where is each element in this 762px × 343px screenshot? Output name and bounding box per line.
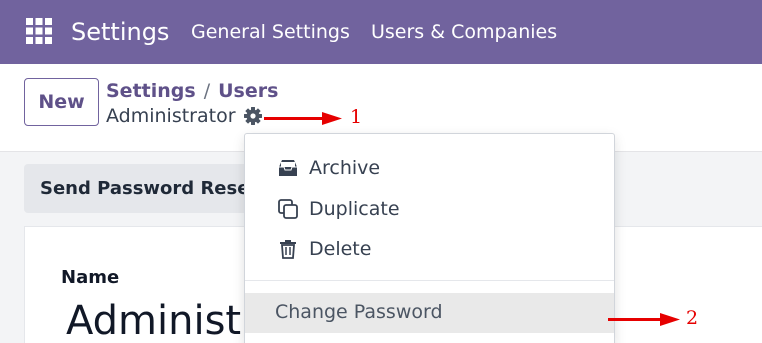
menu-item-label: Delete <box>309 238 372 260</box>
annotation-arrow-1 <box>264 112 342 125</box>
annotation-arrow-2 <box>608 313 680 326</box>
menu-item-archive[interactable]: Archive <box>245 148 614 188</box>
app-title[interactable]: Settings <box>71 17 169 47</box>
menu-item-label: Archive <box>309 157 381 179</box>
top-navbar: Settings General Settings Users & Compan… <box>0 0 762 64</box>
menu-item-change-password[interactable]: Change Password <box>245 293 614 333</box>
apps-grid-icon[interactable] <box>26 18 52 44</box>
nav-users-companies[interactable]: Users & Companies <box>371 20 557 44</box>
gear-icon[interactable] <box>243 106 263 126</box>
archive-icon <box>277 157 299 179</box>
record-name: Administrator <box>106 105 236 127</box>
send-password-reset-button[interactable]: Send Password Reset <box>40 177 258 201</box>
breadcrumb-users[interactable]: Users <box>218 80 278 102</box>
menu-item-delete[interactable]: Delete <box>245 229 614 269</box>
annotation-label-2: 2 <box>686 307 699 329</box>
trash-icon <box>277 238 299 260</box>
menu-item-label: Duplicate <box>309 198 400 220</box>
breadcrumb-settings[interactable]: Settings <box>106 80 196 102</box>
dropdown-divider <box>245 280 614 281</box>
menu-item-duplicate[interactable]: Duplicate <box>245 189 614 229</box>
annotation-label-1: 1 <box>350 106 363 128</box>
nav-general-settings[interactable]: General Settings <box>191 20 350 44</box>
menu-item-label: Change Password <box>275 301 443 323</box>
breadcrumb: Settings / Users <box>106 79 278 103</box>
name-label: Name <box>61 267 120 288</box>
duplicate-icon <box>277 198 299 220</box>
new-button[interactable]: New <box>24 78 99 126</box>
breadcrumb-separator: / <box>203 80 211 102</box>
